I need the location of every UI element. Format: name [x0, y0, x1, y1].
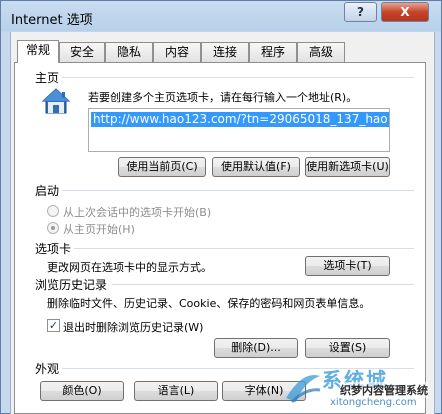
title-bar[interactable]: Internet 选项 ? X	[1, 1, 441, 31]
home-page-section-label: 主页	[35, 71, 60, 85]
use-current-button[interactable]: 使用当前页(C)	[118, 157, 206, 177]
home-page-url-textarea[interactable]: http://www.hao123.com/?tn=29065018_137_h…	[88, 108, 390, 152]
history-description: 删除临时文件、历史记录、Cookie、保存的密码和网页表单信息。	[47, 297, 371, 310]
watermark-cms-text: 织梦内容管理系统	[340, 382, 428, 398]
startup-home-page-label: 从主页开始(H)	[63, 223, 135, 236]
colors-button[interactable]: 颜色(O)	[40, 381, 124, 401]
tab-content[interactable]: 内容	[153, 42, 201, 62]
languages-button[interactable]: 语言(L)	[134, 381, 218, 401]
delete-on-exit-checkbox[interactable]: ✓	[47, 319, 60, 332]
watermark-url: xitongcheng.com	[330, 397, 417, 408]
site-watermark: 系统城 织梦内容管理系统 xitongcheng.com	[282, 364, 442, 414]
startup-last-session-label: 从上次会话中的选项卡开始(B)	[63, 206, 212, 219]
history-section-divider	[112, 284, 414, 285]
tab-programs[interactable]: 程序	[249, 42, 297, 62]
watermark-logo-icon	[286, 374, 321, 404]
use-default-button[interactable]: 使用默认值(F)	[212, 157, 300, 177]
check-icon: ✓	[48, 319, 59, 332]
tabs-section-description: 更改网页在选项卡中的显示方式。	[47, 261, 212, 274]
help-button[interactable]: ?	[344, 2, 377, 22]
startup-section-label: 启动	[35, 184, 60, 198]
tab-security[interactable]: 安全	[59, 42, 105, 62]
tabs-button[interactable]: 选项卡(T)	[305, 256, 390, 276]
window-title: Internet 选项	[11, 13, 93, 28]
tabs-section-divider	[74, 248, 414, 249]
startup-section-divider	[62, 190, 414, 191]
appearance-section-label: 外观	[35, 362, 60, 376]
tab-general[interactable]: 常规	[17, 40, 59, 63]
history-settings-button[interactable]: 设置(S)	[305, 338, 390, 358]
house-icon	[41, 88, 71, 114]
home-page-instructions: 若要创建多个主页选项卡，请在每行输入一个地址(R)。	[88, 91, 358, 104]
tab-privacy[interactable]: 隐私	[105, 42, 153, 62]
startup-home-page-radio[interactable]	[47, 222, 59, 234]
home-page-url-text: http://www.hao123.com/?tn=29065018_137_h…	[91, 112, 389, 127]
delete-on-exit-label: 退出时删除浏览历史记录(W)	[63, 321, 204, 334]
home-section-divider	[62, 77, 414, 78]
use-new-tab-button[interactable]: 使用新选项卡(U)	[305, 157, 390, 177]
tabs-section-label: 选项卡	[35, 242, 72, 256]
delete-history-button[interactable]: 删除(D)...	[214, 338, 298, 358]
startup-last-session-radio[interactable]	[47, 205, 59, 217]
history-section-label: 浏览历史记录	[35, 278, 108, 292]
tab-advanced[interactable]: 高级	[297, 42, 345, 62]
close-button[interactable]: X	[381, 2, 429, 22]
tab-connections[interactable]: 连接	[201, 42, 249, 62]
